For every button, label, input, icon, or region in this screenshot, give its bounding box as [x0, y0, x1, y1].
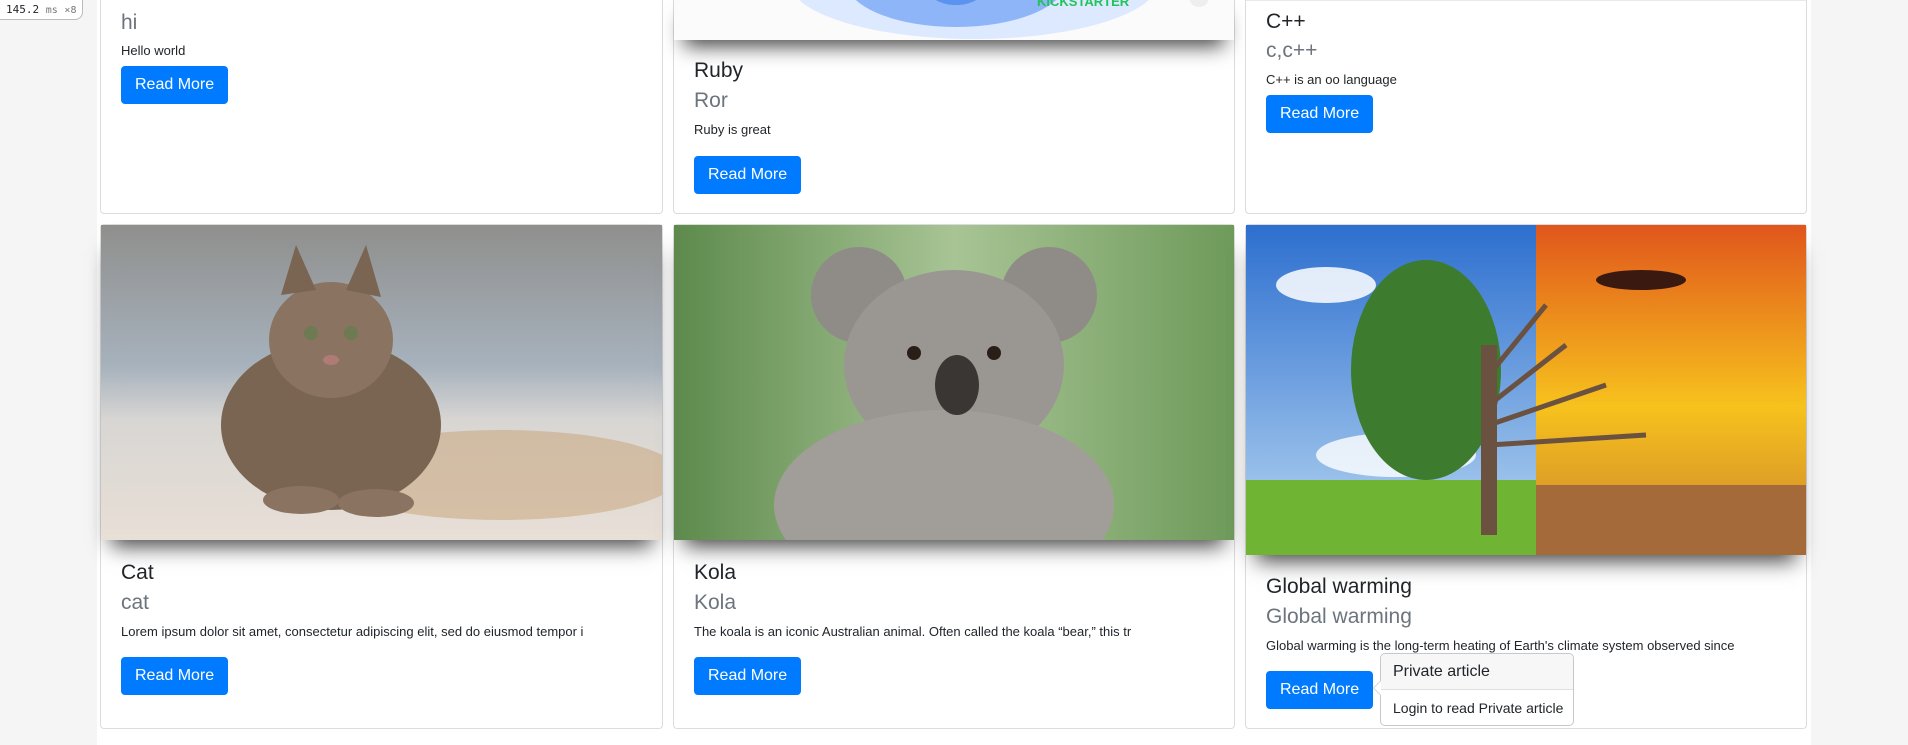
kickstarter-image: KICKSTARTER	[674, 0, 1234, 40]
global-warming-photo	[1246, 225, 1806, 555]
card-image	[1246, 0, 1806, 1]
card-text: Ruby is great	[694, 122, 771, 137]
card-text: C++ is an oo language	[1266, 72, 1397, 87]
read-more-button[interactable]: Read More	[1266, 95, 1374, 133]
card-text: Hello world	[121, 43, 186, 58]
popover-arrow	[1373, 680, 1381, 696]
card-image: KICKSTARTER	[674, 0, 1234, 40]
card-text: Global warming is the long-term heating …	[1266, 638, 1735, 653]
card-image	[674, 225, 1234, 540]
card-subtitle: cat	[121, 591, 150, 614]
card-image	[1246, 225, 1806, 555]
card-title: C++	[1266, 10, 1306, 33]
card-subtitle: Ror	[694, 89, 728, 112]
private-article-popover: Private article Login to read Private ar…	[1373, 653, 1574, 726]
read-more-button[interactable]: Read More	[694, 156, 802, 194]
article-grid: hi Hello world Read More KICKSTARTER Rub…	[97, 0, 1811, 745]
popover-body: Login to read Private article	[1393, 700, 1564, 716]
article-card: KICKSTARTER Ruby Ror Ruby is great Read …	[673, 0, 1235, 214]
article-card: C++ c,c++ C++ is an oo language Read Mor…	[1245, 0, 1807, 214]
card-subtitle: hi	[121, 11, 138, 34]
article-card: Kola Kola The koala is an iconic Austral…	[673, 224, 1235, 729]
card-subtitle: Global warming	[1266, 605, 1412, 628]
card-text: The koala is an iconic Australian animal…	[694, 624, 1132, 639]
card-title: Global warming	[1266, 575, 1412, 598]
koala-photo	[674, 225, 1234, 540]
read-more-button[interactable]: Read More	[121, 657, 229, 695]
perf-unit: ms	[45, 5, 58, 16]
popover-header: Private article	[1381, 654, 1573, 690]
performance-badge: 145.2 ms ×8	[0, 0, 84, 20]
card-title: Ruby	[694, 59, 744, 82]
card-image	[101, 225, 662, 540]
read-more-button[interactable]: Read More	[121, 66, 229, 104]
read-more-button[interactable]: Read More	[1266, 671, 1374, 709]
read-more-button[interactable]: Read More	[694, 657, 802, 695]
card-title: Kola	[694, 561, 737, 584]
card-subtitle: c,c++	[1266, 39, 1318, 62]
card-title: Cat	[121, 561, 154, 584]
card-subtitle: Kola	[694, 591, 737, 614]
card-text: Lorem ipsum dolor sit amet, consectetur …	[121, 624, 584, 639]
article-card: Cat cat Lorem ipsum dolor sit amet, cons…	[100, 224, 663, 729]
perf-value: 145.2	[6, 3, 40, 16]
perf-multiplier: ×8	[64, 5, 77, 16]
cat-photo	[101, 225, 662, 540]
article-card: hi Hello world Read More	[100, 0, 663, 214]
kickstarter-logo: KICKSTARTER	[1037, 0, 1130, 9]
